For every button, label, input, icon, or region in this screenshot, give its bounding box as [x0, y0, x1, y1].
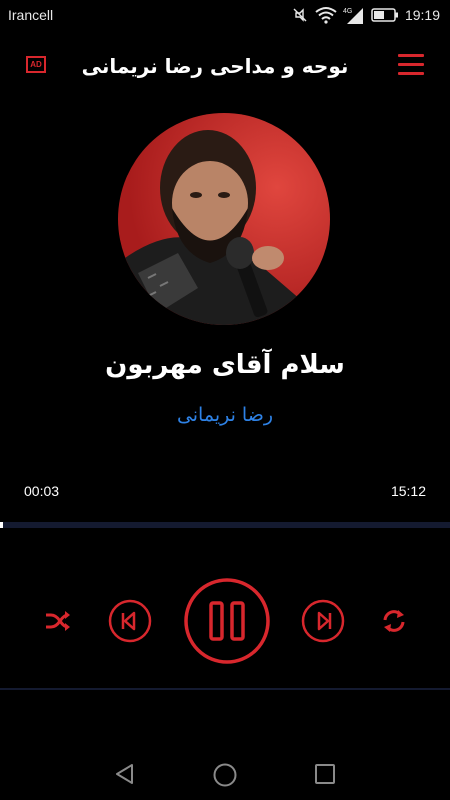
total-time: 15:12 [390, 483, 426, 499]
singer-photo [118, 113, 330, 325]
home-button[interactable] [212, 762, 238, 792]
signal-icon: 4G [343, 8, 363, 24]
next-icon [301, 599, 345, 643]
mute-icon [293, 8, 307, 22]
home-icon [213, 763, 237, 787]
pause-icon [184, 578, 270, 664]
next-button[interactable] [301, 599, 345, 643]
recents-button[interactable] [313, 762, 337, 790]
battery-icon [371, 8, 398, 22]
network-type: 4G [343, 8, 352, 15]
shuffle-button[interactable] [44, 609, 72, 633]
repeat-button[interactable] [381, 608, 407, 634]
status-time: 19:19 [404, 7, 440, 23]
previous-button[interactable] [108, 599, 152, 643]
wifi-icon [315, 7, 337, 24]
recents-icon [315, 764, 335, 784]
pause-button[interactable] [183, 577, 271, 665]
seek-bar-progress[interactable] [0, 522, 3, 528]
album-art [118, 113, 330, 325]
navigation-bar [0, 752, 450, 800]
divider [0, 688, 450, 690]
seek-bar[interactable] [0, 522, 450, 528]
app-title: نوحه و مداحی رضا نریمانی [81, 54, 349, 78]
status-icons: 4G 19:19 [291, 6, 440, 24]
track-artist[interactable]: رضا نریمانی [0, 404, 450, 426]
back-button[interactable] [113, 762, 137, 790]
shuffle-icon [46, 611, 70, 631]
previous-icon [108, 599, 152, 643]
back-icon [116, 764, 133, 784]
player-controls [0, 575, 450, 665]
status-bar: Irancell 4G 19:19 [0, 0, 450, 32]
ad-icon[interactable]: AD [26, 56, 46, 73]
menu-icon[interactable] [398, 54, 424, 76]
carrier-name: Irancell [8, 7, 54, 23]
track-title: سلام آقای مهربون [105, 350, 345, 380]
current-time: 00:03 [24, 483, 60, 499]
repeat-icon [383, 610, 405, 632]
app-bar: AD نوحه و مداحی رضا نریمانی [0, 38, 450, 96]
